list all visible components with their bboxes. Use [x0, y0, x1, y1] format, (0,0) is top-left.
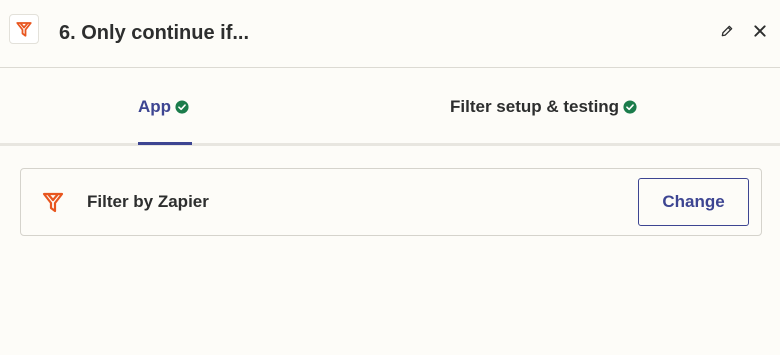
- tab-filter-setup-label: Filter setup & testing: [450, 97, 620, 116]
- app-icon-badge: [9, 14, 39, 44]
- tab-app-label: App: [138, 97, 172, 116]
- pencil-icon: [720, 24, 734, 38]
- close-button[interactable]: [750, 21, 770, 41]
- filter-funnel-icon: [40, 189, 66, 215]
- step-tabs: [0, 68, 780, 146]
- step-title: 6. Only continue if...: [59, 22, 250, 44]
- tabs-divider: [0, 143, 780, 146]
- edit-title-button[interactable]: [718, 22, 736, 40]
- check-circle-icon: [623, 100, 637, 114]
- active-tab-indicator: [138, 142, 192, 145]
- step-header: 6. Only continue if...: [0, 0, 780, 68]
- close-icon: [753, 24, 767, 38]
- change-app-button[interactable]: Change: [638, 178, 749, 226]
- tab-app[interactable]: App: [138, 95, 189, 119]
- app-name: Filter by Zapier: [87, 192, 209, 211]
- check-circle-icon: [175, 100, 189, 114]
- filter-funnel-icon: [15, 20, 33, 38]
- tab-filter-setup[interactable]: Filter setup & testing: [450, 95, 637, 119]
- selected-app-card: Filter by Zapier Change: [20, 168, 762, 236]
